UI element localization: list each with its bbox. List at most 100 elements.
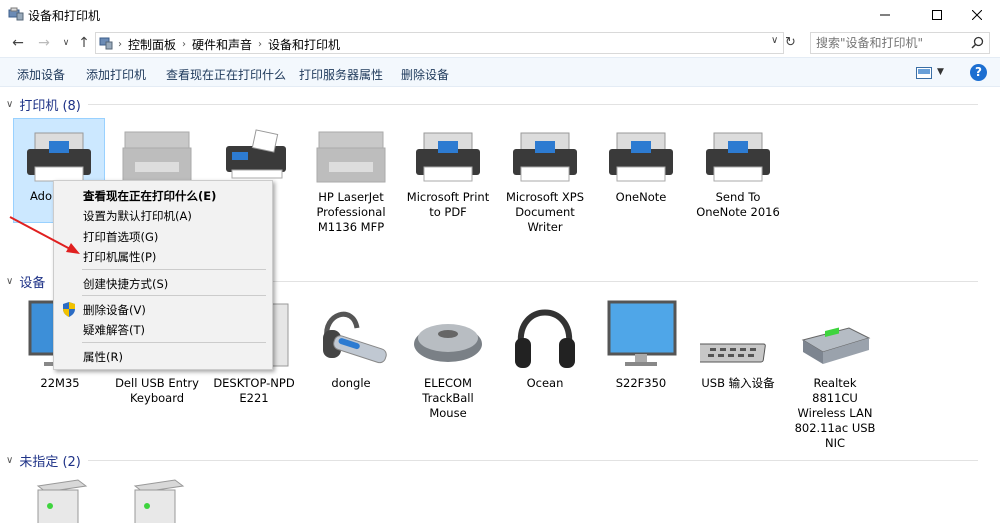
printer-label: OneNote xyxy=(615,190,667,204)
printer-label: Microsoft Print to PDF xyxy=(406,190,490,219)
command-bar: 添加设备 添加打印机 查看现在正在打印什么 打印服务器属性 删除设备 ▼ ? xyxy=(0,57,1000,87)
menu-item-preferences[interactable]: 打印首选项(G) xyxy=(83,229,158,245)
device-item-dongle[interactable]: dongle xyxy=(305,298,397,391)
control-panel-icon xyxy=(99,37,113,50)
add-device-button[interactable]: 添加设备 xyxy=(17,66,65,83)
device-label: dongle xyxy=(331,376,371,390)
breadcrumb-hardware-sound[interactable]: 硬件和声音 xyxy=(192,36,252,53)
menu-separator xyxy=(82,295,266,296)
printer-label: Microsoft XPS Document Writer xyxy=(505,190,585,234)
shield-icon xyxy=(63,302,75,317)
device-label: DESKTOP-NPD E221 xyxy=(213,376,295,405)
printer-item-onenote[interactable]: OneNote xyxy=(595,126,687,205)
device-item-elecom-mouse[interactable]: ELECOM TrackBall Mouse xyxy=(402,298,494,421)
group-divider xyxy=(88,460,978,461)
maximize-icon xyxy=(932,9,942,20)
menu-item-see-printing[interactable]: 查看现在正在打印什么(E) xyxy=(83,188,216,204)
printer-item-ms-pdf[interactable]: Microsoft Print to PDF xyxy=(402,126,494,220)
close-icon xyxy=(972,9,982,20)
device-label: Dell USB Entry Keyboard xyxy=(115,376,199,405)
device-label: Realtek 8811CU Wireless LAN 802.11ac USB… xyxy=(794,376,876,450)
printer-icon xyxy=(706,132,770,182)
search-icon xyxy=(971,36,984,49)
print-server-properties-button[interactable]: 打印服务器属性 xyxy=(299,66,383,83)
group-header-devices[interactable]: ∨ 设备 xyxy=(6,272,46,291)
collapse-chevron-icon: ∨ xyxy=(6,98,14,110)
menu-separator xyxy=(82,269,266,270)
headphones-icon xyxy=(515,309,575,368)
remove-device-button[interactable]: 删除设备 xyxy=(401,66,449,83)
device-label: Ocean xyxy=(526,376,564,390)
minimize-icon xyxy=(880,14,890,15)
device-item-ocean[interactable]: Ocean xyxy=(499,298,591,391)
keyboard-icon xyxy=(700,343,766,363)
help-icon[interactable]: ? xyxy=(970,64,987,81)
group-title-devices: 设备 xyxy=(19,275,46,291)
printer-icon xyxy=(416,132,480,182)
menu-item-properties[interactable]: 属性(R) xyxy=(83,349,123,365)
group-title-unspecified: 未指定 (2) xyxy=(19,454,81,470)
breadcrumb-separator-icon: › xyxy=(182,39,187,50)
minimize-button[interactable] xyxy=(862,0,908,29)
menu-item-create-shortcut[interactable]: 创建快捷方式(S) xyxy=(83,276,168,292)
printer-item-fax xyxy=(208,126,300,186)
close-button[interactable] xyxy=(954,0,1000,29)
back-arrow-icon[interactable]: ← xyxy=(10,35,26,51)
change-view-icon[interactable] xyxy=(916,67,932,79)
unspecified-item-2[interactable] xyxy=(111,476,203,523)
breadcrumb: › 控制面板 › 硬件和声音 › 设备和打印机 xyxy=(118,36,340,53)
forward-arrow-icon[interactable]: → xyxy=(36,35,52,51)
printer-icon xyxy=(609,132,673,182)
search-box[interactable] xyxy=(810,32,990,54)
device-item-s22f350[interactable]: S22F350 xyxy=(595,298,687,391)
fax-icon xyxy=(226,129,286,179)
collapse-chevron-icon: ∨ xyxy=(6,275,14,287)
address-bar[interactable]: › 控制面板 › 硬件和声音 › 设备和打印机 xyxy=(95,32,784,54)
context-menu: 查看现在正在打印什么(E) 设置为默认打印机(A) 打印首选项(G) 打印机属性… xyxy=(53,180,273,370)
group-divider xyxy=(270,281,978,282)
refresh-icon[interactable]: ↻ xyxy=(785,35,796,50)
printer-item-ms-xps[interactable]: Microsoft XPS Document Writer xyxy=(499,126,591,235)
mfp-printer-icon xyxy=(122,131,192,183)
device-label: 22M35 xyxy=(40,376,80,390)
printer-label: Send To OneNote 2016 xyxy=(696,190,780,219)
menu-separator xyxy=(82,342,266,343)
printer-item-send-to-onenote[interactable]: Send To OneNote 2016 xyxy=(692,126,784,220)
group-header-printers[interactable]: ∨ 打印机 (8) xyxy=(6,95,81,114)
device-item-realtek-nic[interactable]: Realtek 8811CU Wireless LAN 802.11ac USB… xyxy=(789,298,881,451)
mfp-printer-icon xyxy=(316,131,386,183)
breadcrumb-separator-icon: › xyxy=(258,39,263,50)
unspecified-item-1[interactable] xyxy=(14,476,106,523)
collapse-chevron-icon: ∨ xyxy=(6,454,14,466)
address-dropdown-icon[interactable]: ∨ xyxy=(771,35,778,46)
recent-dropdown-icon[interactable]: ∨ xyxy=(58,35,74,51)
headset-icon xyxy=(323,311,387,364)
view-dropdown-icon[interactable]: ▼ xyxy=(937,67,944,77)
navigation-bar: ← → ∨ ↑ › 控制面板 › 硬件和声音 › 设备和打印机 ∨ ↻ xyxy=(0,29,1000,57)
see-printing-button[interactable]: 查看现在正在打印什么 xyxy=(166,66,286,83)
printer-icon xyxy=(513,132,577,182)
breadcrumb-devices-printers[interactable]: 设备和打印机 xyxy=(268,36,340,53)
device-label: ELECOM TrackBall Mouse xyxy=(422,376,474,420)
printer-label: HP LaserJet Professional M1136 MFP xyxy=(316,190,386,234)
device-label: S22F350 xyxy=(615,376,667,390)
printer-item-hp-laserjet[interactable]: HP LaserJet Professional M1136 MFP xyxy=(305,126,397,235)
mouse-icon xyxy=(414,324,482,362)
menu-item-remove-device[interactable]: 删除设备(V) xyxy=(83,302,146,318)
menu-item-printer-properties[interactable]: 打印机属性(P) xyxy=(83,249,156,265)
computer-tower-icon xyxy=(36,479,88,523)
menu-item-troubleshoot[interactable]: 疑难解答(T) xyxy=(83,322,145,338)
breadcrumb-control-panel[interactable]: 控制面板 xyxy=(128,36,176,53)
up-arrow-icon[interactable]: ↑ xyxy=(76,35,92,51)
group-title-printers: 打印机 (8) xyxy=(19,98,81,114)
title-bar: 设备和打印机 xyxy=(0,0,1000,29)
add-printer-button[interactable]: 添加打印机 xyxy=(86,66,146,83)
group-divider xyxy=(88,104,978,105)
printer-item-hp-mfp-ghost xyxy=(111,126,203,186)
breadcrumb-separator-icon: › xyxy=(118,39,122,50)
group-header-unspecified[interactable]: ∨ 未指定 (2) xyxy=(6,451,81,470)
search-input[interactable] xyxy=(816,35,966,51)
device-item-usb-input[interactable]: USB 输入设备 xyxy=(692,298,784,391)
menu-item-set-default[interactable]: 设置为默认打印机(A) xyxy=(83,208,192,224)
network-adapter-icon xyxy=(801,327,871,364)
